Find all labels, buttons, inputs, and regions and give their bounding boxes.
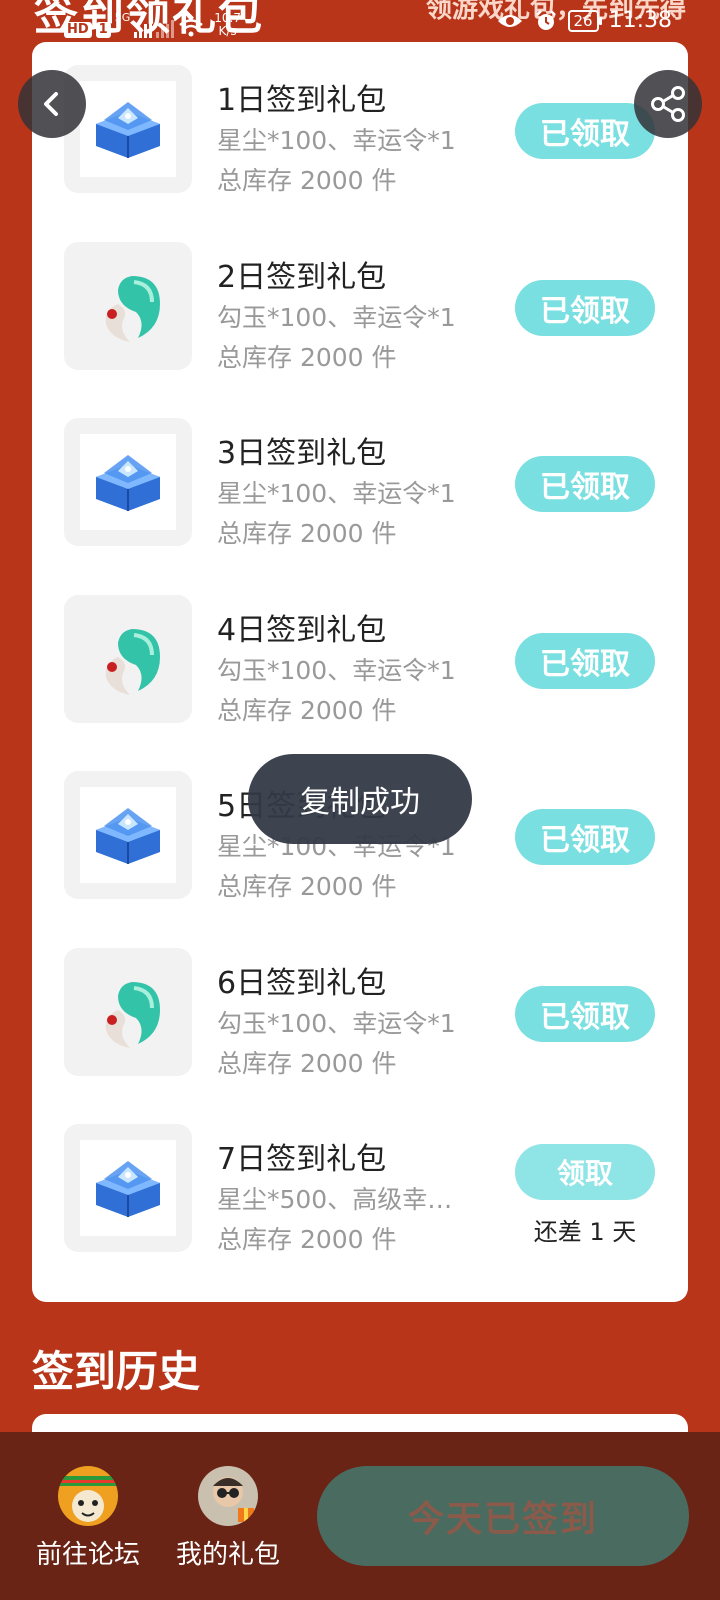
gift-description: 勾玉*100、幸运令*1 [217, 302, 456, 332]
gift-list-card: 1日签到礼包 星尘*100、幸运令*1 总库存 2000 件已领取 2日签到礼包 勾玉*… [32, 42, 688, 1302]
gift-thumbnail [64, 771, 192, 899]
share-button[interactable] [634, 70, 702, 138]
jade-icon [80, 258, 176, 354]
crystal-chest-icon [80, 787, 176, 883]
toast-message: 复制成功 [248, 754, 472, 844]
back-button[interactable] [18, 70, 86, 138]
my-gifts-button[interactable]: 我的礼包 [168, 1466, 288, 1571]
user-avatar-icon [198, 1466, 258, 1526]
claim-button[interactable]: 已领取 [515, 632, 655, 689]
forum-avatar-icon [58, 1466, 118, 1526]
forum-button[interactable]: 前往论坛 [28, 1466, 148, 1571]
gift-thumbnail [64, 947, 192, 1076]
gift-row: 3日签到礼包星尘*100、幸运令*1 总库存 2000 件 已领取 [32, 418, 688, 548]
forum-label: 前往论坛 [35, 1540, 140, 1570]
days-left-label: 还差 1 天 [533, 1218, 637, 1246]
claim-button[interactable]: 已领取 [515, 809, 655, 865]
status-left: HD 1 5G 10.7 K/s [64, 12, 241, 38]
net-speed: 10.7 K/s [214, 11, 241, 38]
signal2-icon [156, 16, 175, 38]
gift-row: 7日签到礼包星尘*500、高级幸… 总库存 2000 件 领取还差 1 天 [32, 1124, 688, 1254]
gift-row: 1日签到礼包 星尘*100、幸运令*1 总库存 2000 件已领取 [32, 65, 688, 195]
gift-thumbnail [64, 594, 192, 723]
signal-icon [134, 16, 153, 38]
gift-row: 4日签到礼包勾玉*100、幸运令*1 总库存 2000 件 已领取 [32, 594, 688, 725]
claim-button[interactable]: 已领取 [515, 985, 655, 1042]
gift-description: 星尘*100、幸运令*1 [217, 126, 456, 155]
gift-description: 勾玉*100、幸运令*1 [217, 1008, 456, 1038]
status-right: 26 11:38 [496, 8, 672, 33]
gift-title: 4日签到礼包 [217, 612, 387, 648]
status-bar: 签到领礼包 领游戏礼包，先到先得 HD 1 5G 10.7K/s 26 11:3… [0, 0, 720, 42]
chevron-left-icon [44, 92, 58, 116]
gift-title: 1日签到礼包 [217, 83, 387, 118]
claim-button[interactable]: 领取 [515, 1144, 655, 1200]
gift-description: 勾玉*100、幸运令*1 [217, 655, 456, 685]
history-title: 签到历史 [32, 1347, 201, 1396]
gift-row: 2日签到礼包勾玉*100、幸运令*1 总库存 2000 件 已领取 [32, 241, 688, 372]
gift-thumbnail [64, 1124, 192, 1252]
battery-icon: 26 [567, 9, 602, 32]
gift-stock: 总库存 2000 件 [217, 519, 397, 548]
gift-title: 7日签到礼包 [217, 1142, 387, 1177]
gift-stock: 总库存 2000 件 [217, 166, 397, 195]
gift-title: 3日签到礼包 [217, 436, 387, 471]
gift-description: 星尘*100、幸运令*1 [217, 479, 456, 508]
gift-description: 星尘*500、高级幸… [217, 1185, 453, 1214]
clock: 11:38 [608, 8, 672, 33]
jade-icon [80, 964, 176, 1060]
gift-title: 6日签到礼包 [217, 965, 387, 1001]
claim-button[interactable]: 已领取 [515, 279, 655, 336]
gift-thumbnail [64, 241, 192, 370]
gift-stock: 总库存 2000 件 [217, 342, 397, 372]
gift-stock: 总库存 2000 件 [217, 1048, 397, 1078]
gift-row: 6日签到礼包勾玉*100、幸运令*1 总库存 2000 件 已领取 [32, 947, 688, 1078]
wifi-icon [179, 19, 204, 37]
my-gifts-label: 我的礼包 [175, 1540, 280, 1570]
hd-badge: HD [64, 22, 92, 38]
sim-badge: 1 [95, 22, 111, 38]
bottom-bar: 前往论坛 我的礼包 今天已签到 [0, 1432, 720, 1600]
gift-title: 2日签到礼包 [217, 259, 387, 295]
signal-label: 5G [114, 11, 131, 24]
signed-today-button[interactable]: 今天已签到 [317, 1466, 689, 1566]
claim-button[interactable]: 已领取 [515, 456, 655, 512]
gift-thumbnail [64, 418, 192, 546]
gift-stock: 总库存 2000 件 [217, 872, 397, 901]
share-icon [651, 86, 685, 122]
eye-icon [497, 14, 522, 27]
crystal-chest-icon [80, 81, 176, 177]
gift-stock: 总库存 2000 件 [217, 695, 397, 725]
crystal-chest-icon [80, 1140, 176, 1236]
gift-stock: 总库存 2000 件 [217, 1225, 397, 1254]
crystal-chest-icon [80, 434, 176, 530]
alarm-icon [535, 9, 556, 30]
jade-icon [80, 611, 176, 707]
gift-thumbnail [64, 65, 192, 193]
